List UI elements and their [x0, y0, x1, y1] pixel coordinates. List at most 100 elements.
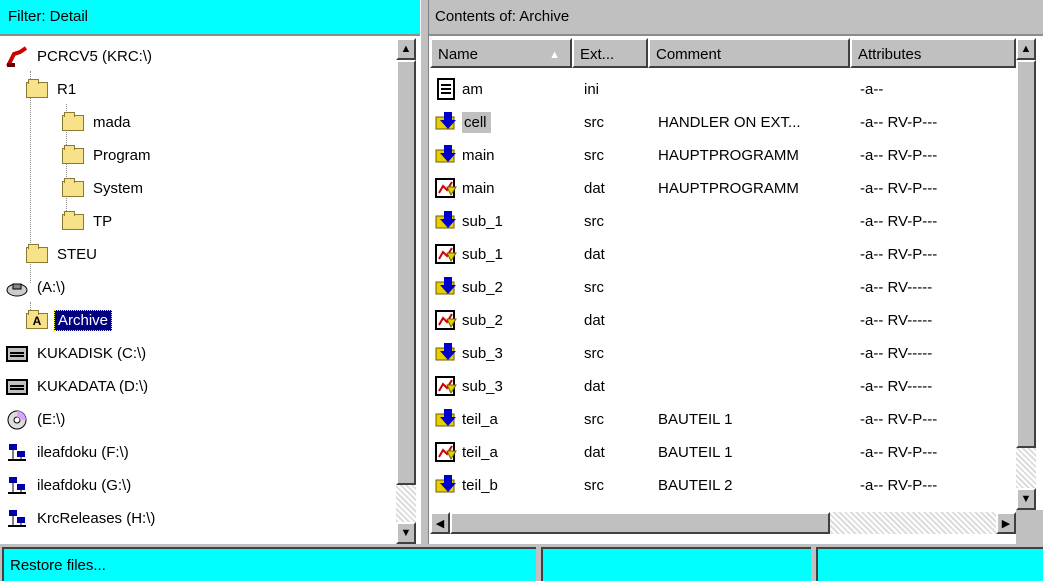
- tree-item[interactable]: (E:\): [6, 403, 68, 436]
- tree-item[interactable]: R1: [26, 73, 79, 106]
- network-drive-icon: [6, 476, 28, 496]
- tree-item[interactable]: A Archive: [26, 304, 113, 337]
- tree-item[interactable]: STEU: [26, 238, 100, 271]
- tree-pane-header: Filter: Detail: [0, 0, 428, 36]
- ini-file-icon: [434, 78, 458, 100]
- file-scroll-right-button[interactable]: ▶: [996, 512, 1016, 534]
- folder-icon: [26, 78, 48, 98]
- tree-item[interactable]: KUKADATA (D:\): [6, 370, 151, 403]
- file-ext: src: [584, 114, 604, 131]
- file-row[interactable]: main src HAUPTPROGRAMM -a-- RV-P---: [430, 139, 1016, 172]
- tree-item[interactable]: (A:\): [6, 271, 68, 304]
- folder-icon: [62, 111, 84, 131]
- file-row[interactable]: sub_1 dat -a-- RV-P---: [430, 238, 1016, 271]
- file-scroll-down-button[interactable]: ▼: [1016, 488, 1036, 510]
- tree-item-label: (E:\): [37, 411, 66, 428]
- file-scroll-thumb[interactable]: [1016, 60, 1036, 448]
- tree-item-label: System: [93, 180, 144, 197]
- arrow-right-icon: ▶: [1001, 517, 1011, 530]
- file-comment: BAUTEIL 2: [658, 477, 733, 494]
- file-attributes: -a-- RV-P---: [860, 180, 938, 197]
- dat-file-icon: [434, 177, 458, 199]
- folder-icon: [26, 243, 48, 263]
- tree-item-label: PCRCV5 (KRC:\): [37, 48, 153, 65]
- file-row[interactable]: cell src HANDLER ON EXT... -a-- RV-P---: [430, 106, 1016, 139]
- file-attributes: -a-- RV-----: [860, 312, 933, 329]
- column-label-attributes: Attributes: [858, 46, 922, 63]
- file-comment: HAUPTPROGRAMM: [658, 180, 799, 197]
- status-message-text: Restore files...: [10, 557, 106, 574]
- file-name: cell: [462, 112, 491, 133]
- tree-item-label: ileafdoku (F:\): [37, 444, 129, 461]
- file-ext: src: [584, 477, 604, 494]
- tree-item[interactable]: PCRCV5 (KRC:\): [6, 40, 155, 73]
- file-row[interactable]: sub_2 dat -a-- RV-----: [430, 304, 1016, 337]
- file-row[interactable]: sub_3 src -a-- RV-----: [430, 337, 1016, 370]
- file-row[interactable]: main dat HAUPTPROGRAMM -a-- RV-P---: [430, 172, 1016, 205]
- file-name: sub_1: [462, 246, 503, 263]
- tree-item[interactable]: KrcReleases (H:\): [6, 502, 158, 535]
- column-header-name[interactable]: Name ▲: [430, 38, 572, 68]
- pane-splitter[interactable]: [420, 0, 429, 544]
- arrow-up-icon: ▲: [400, 43, 412, 55]
- file-ext: dat: [584, 180, 605, 197]
- src-file-icon: [434, 111, 458, 133]
- file-ext: ini: [584, 81, 600, 98]
- file-attributes: -a-- RV-----: [860, 378, 933, 395]
- tree-item-label: R1: [57, 81, 77, 98]
- file-name: teil_a: [462, 444, 498, 461]
- src-file-icon: [434, 210, 458, 232]
- file-list-pane-title: Contents of: Archive: [435, 8, 570, 25]
- file-comment: HANDLER ON EXT...: [658, 114, 801, 131]
- file-row[interactable]: sub_3 dat -a-- RV-----: [430, 370, 1016, 403]
- network-drive-icon: [6, 509, 28, 529]
- tree-scroll-up-button[interactable]: ▲: [396, 38, 416, 60]
- tree-item-label: Program: [93, 147, 151, 164]
- src-file-icon: [434, 144, 458, 166]
- tree-scroll-thumb[interactable]: [396, 60, 416, 485]
- file-row[interactable]: teil_a dat BAUTEIL 1 -a-- RV-P---: [430, 436, 1016, 469]
- file-ext: src: [584, 279, 604, 296]
- scroll-corner: [1016, 510, 1043, 544]
- tree-item-label: (A:\): [37, 279, 66, 296]
- file-row[interactable]: sub_1 src -a-- RV-P---: [430, 205, 1016, 238]
- file-row[interactable]: am ini -a--: [430, 73, 1016, 106]
- tree-item[interactable]: System: [62, 172, 146, 205]
- file-attributes: -a-- RV-P---: [860, 477, 938, 494]
- file-ext: dat: [584, 378, 605, 395]
- column-label-name: Name: [438, 46, 479, 63]
- file-name: sub_3: [462, 345, 503, 362]
- column-header-ext[interactable]: Ext...: [572, 38, 648, 68]
- file-name: teil_b: [462, 477, 498, 494]
- archive-folder-icon: A: [26, 309, 48, 329]
- file-horizontal-thumb[interactable]: [450, 512, 830, 534]
- file-attributes: -a-- RV-P---: [860, 411, 938, 428]
- column-header-comment[interactable]: Comment: [648, 38, 850, 68]
- tree-item[interactable]: ileafdoku (F:\): [6, 436, 132, 469]
- tree-item-label: ileafdoku (G:\): [37, 477, 132, 494]
- file-list-pane-header: Contents of: Archive: [427, 0, 1043, 36]
- column-header-attributes[interactable]: Attributes: [850, 38, 1016, 68]
- file-scroll-up-button[interactable]: ▲: [1016, 38, 1036, 60]
- file-scroll-track[interactable]: [1016, 448, 1036, 488]
- arrow-down-icon: ▼: [400, 527, 412, 539]
- tree-item[interactable]: mada: [62, 106, 134, 139]
- file-name: am: [462, 81, 483, 98]
- tree-item-label: STEU: [57, 246, 98, 263]
- floppy-drive-icon: [6, 278, 28, 298]
- tree-item[interactable]: Program: [62, 139, 154, 172]
- file-row[interactable]: sub_2 src -a-- RV-----: [430, 271, 1016, 304]
- tree-item[interactable]: ileafdoku (G:\): [6, 469, 134, 502]
- arrow-down-icon: ▼: [1020, 493, 1032, 505]
- tree-item-label: mada: [93, 114, 131, 131]
- file-scroll-left-button[interactable]: ◀: [430, 512, 450, 534]
- file-row[interactable]: teil_b src BAUTEIL 2 -a-- RV-P---: [430, 469, 1016, 502]
- tree-item[interactable]: KUKADISK (C:\): [6, 337, 149, 370]
- tree-item-label: KUKADISK (C:\): [37, 345, 147, 362]
- tree-item[interactable]: TP: [62, 205, 115, 238]
- file-name: teil_a: [462, 411, 498, 428]
- file-comment: HAUPTPROGRAMM: [658, 147, 799, 164]
- tree-pane-title: Filter: Detail: [8, 8, 89, 25]
- file-row[interactable]: teil_a src BAUTEIL 1 -a-- RV-P---: [430, 403, 1016, 436]
- tree-scroll-down-button[interactable]: ▼: [396, 522, 416, 544]
